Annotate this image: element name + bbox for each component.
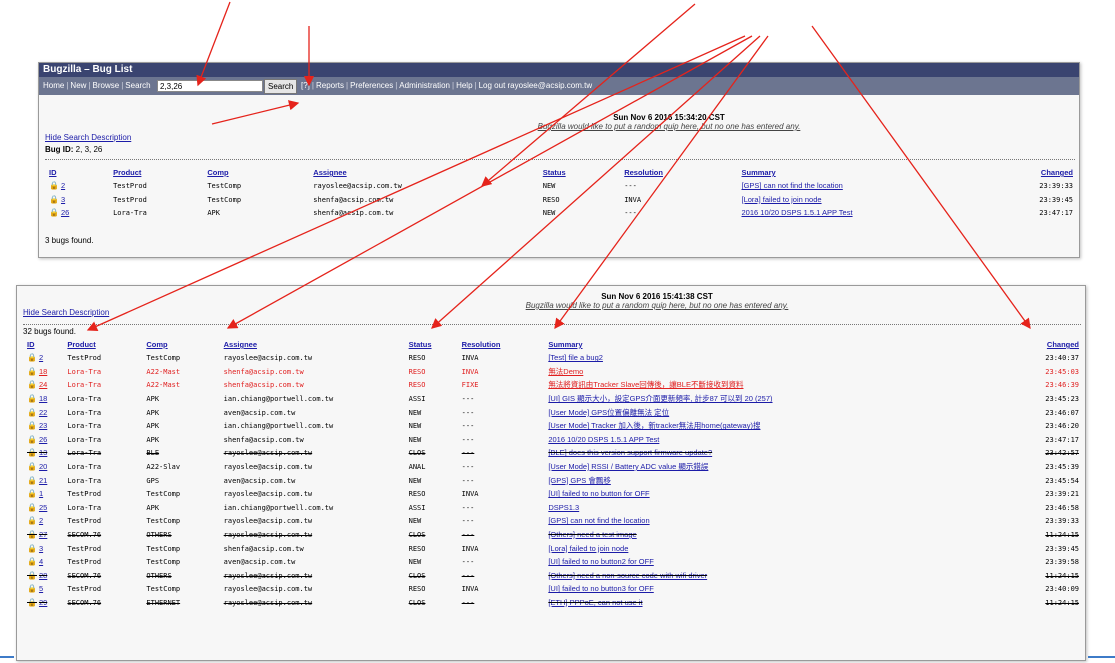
arrow-assignee-top [481, 3, 696, 187]
arrow-summary-column [554, 35, 769, 330]
arrow-assignee-column [226, 35, 753, 329]
arrow-id-column [86, 35, 746, 332]
arrow-changed-column [811, 25, 1031, 330]
annotation-arrows [0, 1, 1115, 658]
arrow-search-field [196, 1, 231, 87]
arrow-search-help [211, 100, 300, 125]
arrow-status-column [431, 35, 761, 329]
